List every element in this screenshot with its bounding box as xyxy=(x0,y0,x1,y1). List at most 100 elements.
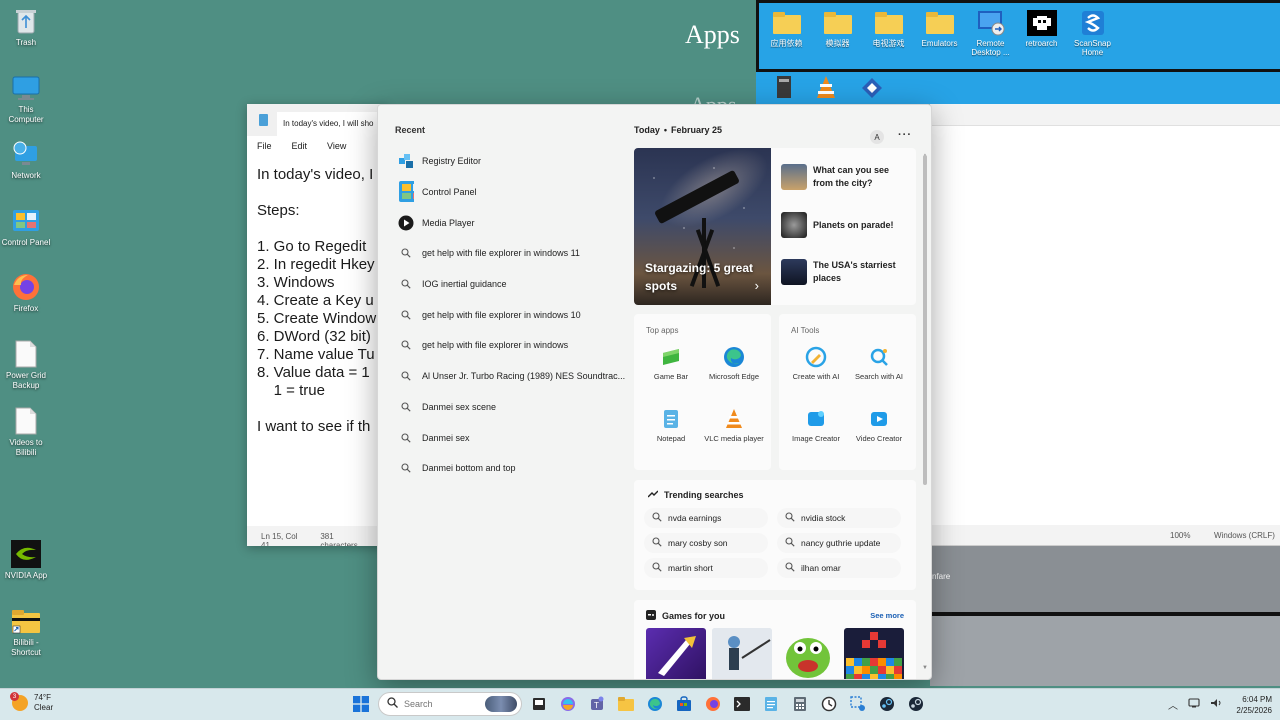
search-input[interactable] xyxy=(404,699,494,709)
folder-item[interactable]: ScanSnap Home xyxy=(1071,9,1114,57)
folder-item[interactable]: retroarch xyxy=(1020,9,1063,57)
notepad-icon[interactable] xyxy=(759,692,783,716)
notepad-line xyxy=(257,400,377,418)
taskbar-search[interactable] xyxy=(378,692,522,716)
ai-video-creator[interactable]: Video Creator xyxy=(848,408,910,444)
book-icon[interactable] xyxy=(774,74,794,105)
game-tile[interactable] xyxy=(778,628,838,679)
recent-item[interactable]: get help with file explorer in windows 1… xyxy=(398,299,630,330)
recent-item[interactable]: IOG inertial guidance xyxy=(398,269,630,300)
avatar[interactable]: A xyxy=(870,130,884,144)
search-icon xyxy=(398,399,414,415)
more-options-button[interactable]: ··· xyxy=(898,129,912,141)
game-tile[interactable] xyxy=(844,628,904,679)
desktop-icon[interactable]: Trash xyxy=(0,6,52,48)
network-tool-icon[interactable] xyxy=(858,74,886,105)
ai-search[interactable]: Search with AI xyxy=(848,346,910,382)
volume-icon[interactable] xyxy=(1210,698,1222,711)
notepad-tab[interactable]: In today's video, I will sho xyxy=(277,112,387,136)
scrollbar[interactable] xyxy=(923,155,927,485)
recent-item[interactable]: Registry Editor xyxy=(398,146,630,177)
story-item[interactable]: The USA's starriest places xyxy=(781,259,911,285)
cursor-position: Ln 15, Col 41 xyxy=(261,532,298,546)
app-game-bar[interactable]: Game Bar xyxy=(640,346,702,382)
game-tile[interactable] xyxy=(646,628,706,679)
notepad-line: 4. Create a Key u xyxy=(257,292,374,309)
game-tile[interactable] xyxy=(712,628,772,679)
system-clock[interactable]: 6:04 PM 2/25/2026 xyxy=(1228,694,1272,716)
weather-widget[interactable]: 3 74°F Clear xyxy=(10,692,53,713)
menu-view[interactable]: View xyxy=(327,141,346,151)
search-highlight-art[interactable] xyxy=(485,696,517,712)
recent-item[interactable]: Control Panel xyxy=(398,177,630,208)
desktop-icon[interactable]: Bilibili - Shortcut xyxy=(0,606,52,658)
recent-item[interactable]: Danmei bottom and top xyxy=(398,453,630,484)
snipping-tool-icon[interactable] xyxy=(846,692,870,716)
scroll-down-arrow[interactable]: ▼ xyxy=(922,665,928,671)
notepad-text-area[interactable]: In today's video, I Steps: 1. Go to Regedi… xyxy=(247,156,387,446)
trending-search-chip[interactable]: nvda earnings xyxy=(644,508,768,528)
file-explorer-icon[interactable] xyxy=(614,692,638,716)
chevron-up-icon[interactable]: ︿ xyxy=(1168,697,1178,712)
recycle-bin-icon xyxy=(11,6,41,36)
story-title: What can you see from the city? xyxy=(813,165,890,188)
ai-image-creator[interactable]: Image Creator xyxy=(785,408,847,444)
calculator-icon[interactable] xyxy=(788,692,812,716)
game-controller-icon xyxy=(646,610,656,622)
search-icon xyxy=(398,245,414,261)
trending-search-chip[interactable]: nvidia stock xyxy=(777,508,901,528)
hero-story[interactable]: Stargazing: 5 great spots › xyxy=(634,148,781,305)
folder-item[interactable]: 电视游戏 xyxy=(867,9,910,57)
folder-item[interactable]: 应用依赖 xyxy=(765,9,808,57)
see-more-link[interactable]: See more xyxy=(870,611,904,620)
trending-search-chip[interactable]: martin short xyxy=(644,558,768,578)
app-notepad[interactable]: Notepad xyxy=(640,408,702,444)
teams-icon[interactable]: T xyxy=(585,692,609,716)
app-edge[interactable]: Microsoft Edge xyxy=(703,346,765,382)
trending-search-label: nvidia stock xyxy=(801,513,846,523)
desktop-icon[interactable]: Firefox xyxy=(0,272,52,314)
recent-item[interactable]: get help with file explorer in windows xyxy=(398,330,630,361)
desktop-icon[interactable]: Power Grid Backup xyxy=(0,339,52,391)
clock-app-icon[interactable] xyxy=(817,692,841,716)
desktop-icon[interactable]: Videos to Bilibili xyxy=(0,406,52,458)
recent-item[interactable]: Danmei sex xyxy=(398,422,630,453)
menu-edit[interactable]: Edit xyxy=(292,141,308,151)
folder-item[interactable]: Emulators xyxy=(918,9,961,57)
ai-create[interactable]: Create with AI xyxy=(785,346,847,382)
steam-icon-1[interactable] xyxy=(875,692,899,716)
folder-item[interactable]: Remote Desktop ... xyxy=(969,9,1012,57)
notepad-icon xyxy=(660,408,682,430)
menu-file[interactable]: File xyxy=(257,141,272,151)
app-vlc[interactable]: VLC media player xyxy=(703,408,765,444)
vlc-cone-icon[interactable] xyxy=(814,74,838,105)
desktop-icon[interactable]: Control Panel xyxy=(0,206,52,248)
today-label: Today xyxy=(634,125,660,135)
story-item[interactable]: What can you see from the city? xyxy=(781,164,911,190)
trending-search-chip[interactable]: mary cosby son xyxy=(644,533,768,553)
apps-heading: Apps xyxy=(685,20,740,49)
recent-item[interactable]: Media Player xyxy=(398,207,630,238)
store-icon[interactable] xyxy=(672,692,696,716)
trending-search-chip[interactable]: nancy guthrie update xyxy=(777,533,901,553)
start-button[interactable] xyxy=(349,692,373,716)
recent-item[interactable]: Danmei sex scene xyxy=(398,392,630,423)
terminal-icon[interactable] xyxy=(730,692,754,716)
copilot-icon[interactable] xyxy=(556,692,580,716)
desktop-icon[interactable]: This Computer xyxy=(0,73,52,125)
task-view-button[interactable] xyxy=(527,692,551,716)
desktop-icon[interactable]: Network xyxy=(0,139,52,181)
firefox-icon[interactable] xyxy=(701,692,725,716)
trending-search-chip[interactable]: ilhan omar xyxy=(777,558,901,578)
folder-item[interactable]: 模拟器 xyxy=(816,9,859,57)
firefox-icon xyxy=(11,272,41,302)
notepad-window[interactable]: In today's video, I will sho File Edit V… xyxy=(247,104,387,546)
recent-item[interactable]: Al Unser Jr. Turbo Racing (1989) NES Sou… xyxy=(398,361,630,392)
recent-item[interactable]: get help with file explorer in windows 1… xyxy=(398,238,630,269)
ai-tools-card: AI Tools Create with AI Search with AI I… xyxy=(779,314,916,470)
edge-icon[interactable] xyxy=(643,692,667,716)
story-item[interactable]: Planets on parade! xyxy=(781,212,911,238)
desktop-icon[interactable]: NVIDIA App xyxy=(0,539,52,581)
steam-icon-2[interactable] xyxy=(904,692,928,716)
network-status-icon[interactable] xyxy=(1188,698,1200,711)
